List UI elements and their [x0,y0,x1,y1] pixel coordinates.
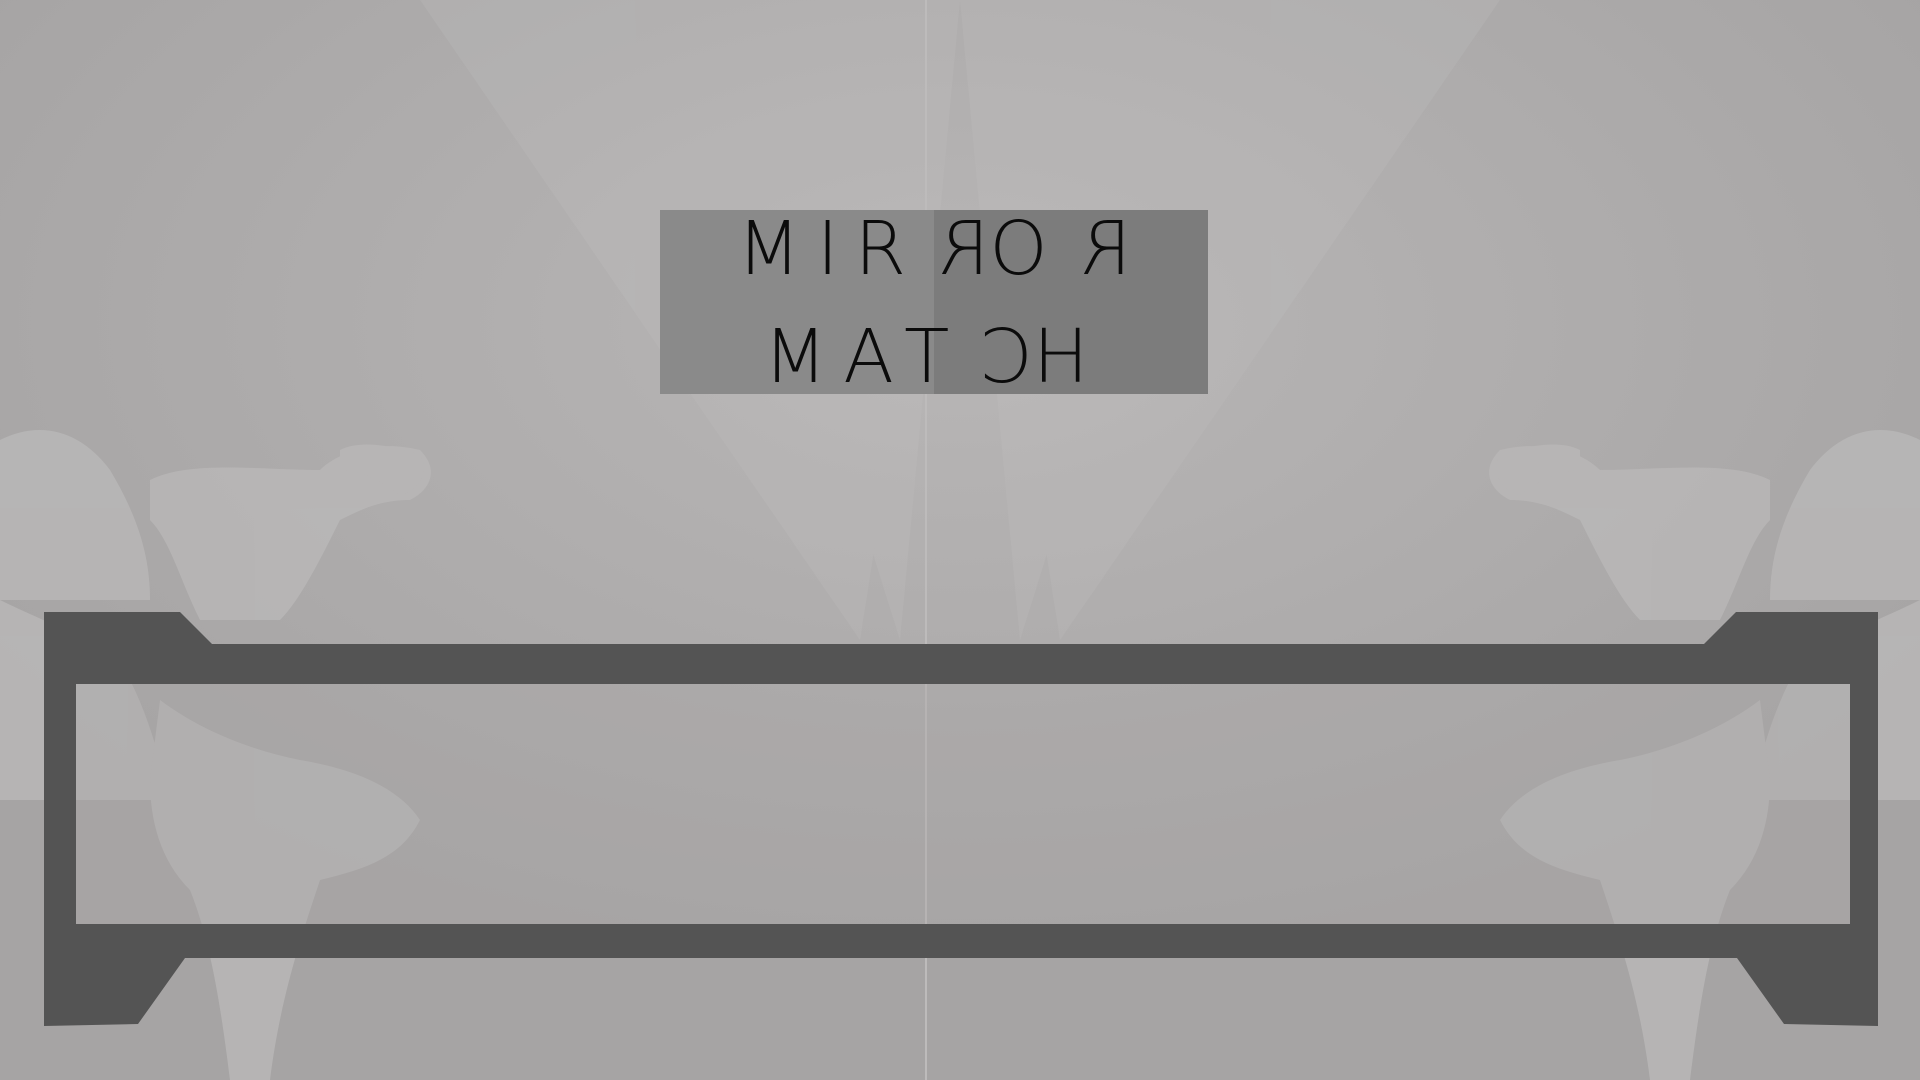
panel-inner [76,684,1850,924]
title-letter: R [922,206,990,292]
title-letter: M [763,314,844,400]
title-letter: R [1063,206,1132,292]
title-letter: A [843,314,905,400]
title-line-1: MIRROR [660,206,1208,292]
title-letter: M [736,206,817,292]
title-letter: O [989,206,1064,292]
title-line-2: MATCH [660,314,1208,400]
title-letter: H [1032,314,1105,400]
title-letter: I [816,206,855,292]
background-scene [0,0,1920,1080]
title-letter: R [854,206,922,292]
title-letter: T [904,314,966,400]
title-letter: C [965,314,1033,400]
